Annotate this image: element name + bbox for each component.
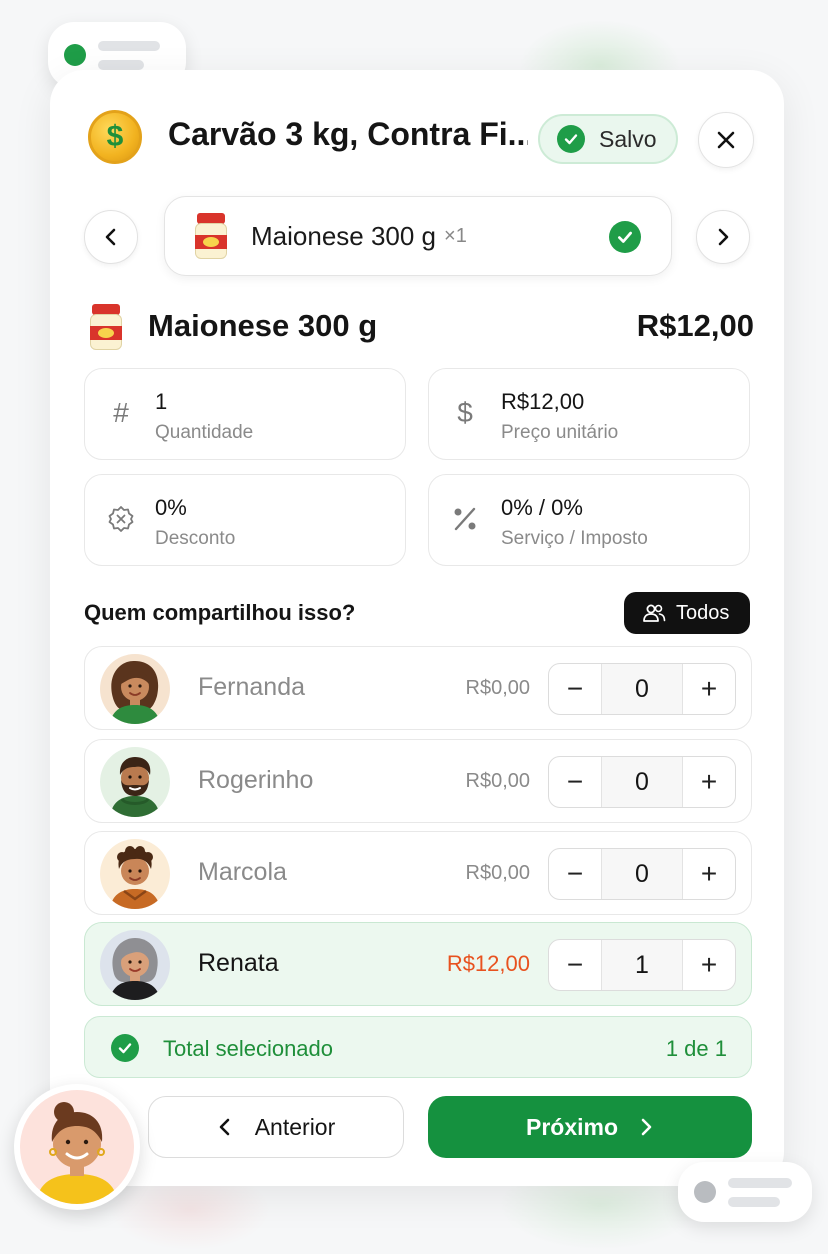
close-icon (717, 131, 735, 149)
select-all-label: Todos (676, 601, 730, 624)
person-amount: R$0,00 (465, 677, 531, 699)
item-detail-name: Maionese 300 g (148, 308, 378, 343)
item-detail-price: R$12,00 (636, 308, 754, 343)
person-amount: R$12,00 (446, 951, 530, 976)
stepper-value: 0 (601, 664, 683, 714)
increment-button[interactable]: + (683, 940, 735, 990)
discount-badge-icon (105, 503, 137, 535)
decrement-button[interactable]: − (549, 664, 601, 714)
saved-badge: Salvo (538, 114, 678, 164)
check-icon (111, 1034, 139, 1062)
quantity-field[interactable]: # 1 Quantidade (84, 368, 406, 460)
avatar-rogerinho (100, 747, 170, 817)
avatar-renata (100, 930, 170, 1000)
split-item-card: $ Carvão 3 kg, Contra Fi... Salvo Maione… (50, 70, 784, 1186)
item-name: Maionese 300 g (251, 220, 437, 251)
person-row-rogerinho[interactable]: Rogerinho R$0,00 − 0 + (84, 739, 752, 823)
total-count: 1 de 1 (665, 1036, 727, 1061)
chevron-left-icon (105, 228, 116, 246)
person-amount: R$0,00 (465, 862, 531, 884)
item-complete-check-icon (609, 221, 641, 253)
status-dot-icon (64, 44, 86, 66)
person-row-fernanda[interactable]: Fernanda R$0,00 − 0 + (84, 646, 752, 730)
dollar-icon: $ (457, 397, 473, 428)
quantity-stepper[interactable]: − 0 + (548, 756, 736, 808)
service-tax-label: Serviço / Imposto (501, 528, 648, 549)
increment-button[interactable]: + (683, 849, 735, 899)
decrement-button[interactable]: − (549, 849, 601, 899)
next-item-button[interactable] (696, 210, 750, 264)
service-tax-value: 0% / 0% (501, 495, 583, 520)
quantity-stepper[interactable]: − 1 + (548, 939, 736, 991)
mayonnaise-jar-icon (193, 213, 229, 259)
unit-price-field[interactable]: $ R$12,00 Preço unitário (428, 368, 750, 460)
close-button[interactable] (698, 112, 754, 168)
person-name: Marcola (198, 858, 287, 886)
chevron-right-icon (718, 228, 729, 246)
decorative-notification-pill (678, 1162, 812, 1222)
chevron-right-icon (641, 1118, 652, 1136)
increment-button[interactable]: + (683, 664, 735, 714)
previous-button[interactable]: Anterior (148, 1096, 404, 1158)
percent-icon (449, 503, 481, 535)
quantity-stepper[interactable]: − 0 + (548, 663, 736, 715)
discount-label: Desconto (155, 528, 236, 549)
selected-total-bar: Total selecionado 1 de 1 (84, 1016, 752, 1078)
stepper-value: 0 (601, 849, 683, 899)
person-name: Renata (198, 949, 279, 977)
increment-button[interactable]: + (683, 757, 735, 807)
stepper-value: 1 (601, 940, 683, 990)
saved-label: Salvo (599, 125, 657, 152)
total-label: Total selecionado (163, 1036, 334, 1061)
quantity-value: 1 (155, 389, 168, 414)
discount-field[interactable]: 0% Desconto (84, 474, 406, 566)
next-label: Próximo (525, 1113, 619, 1140)
item-quantity: ×1 (444, 224, 467, 247)
avatar-fernanda (100, 654, 170, 724)
hash-icon: # (113, 397, 129, 428)
sharing-question: Quem compartilhou isso? (84, 600, 356, 625)
previous-label: Anterior (254, 1113, 336, 1140)
decrement-button[interactable]: − (549, 757, 601, 807)
person-row-marcola[interactable]: Marcola R$0,00 − 0 + (84, 831, 752, 915)
next-button[interactable]: Próximo (428, 1096, 752, 1158)
users-icon (643, 604, 666, 622)
chevron-left-icon (219, 1118, 230, 1136)
status-dot-icon (694, 1181, 716, 1203)
current-user-avatar[interactable] (14, 1084, 140, 1210)
discount-value: 0% (155, 495, 187, 520)
dollar-coin-icon: $ (88, 110, 142, 164)
quantity-label: Quantidade (155, 422, 254, 443)
unit-price-value: R$12,00 (501, 389, 585, 414)
person-name: Fernanda (198, 673, 306, 701)
person-row-renata[interactable]: Renata R$12,00 − 1 + (84, 922, 752, 1006)
bill-title: Carvão 3 kg, Contra Fi... (168, 116, 528, 152)
previous-item-button[interactable] (84, 210, 138, 264)
decrement-button[interactable]: − (549, 940, 601, 990)
select-all-button[interactable]: Todos (624, 592, 750, 634)
check-icon (557, 125, 585, 153)
person-amount: R$0,00 (465, 770, 531, 792)
avatar-marcola (100, 839, 170, 909)
unit-price-label: Preço unitário (501, 422, 619, 443)
service-tax-field[interactable]: 0% / 0% Serviço / Imposto (428, 474, 750, 566)
quantity-stepper[interactable]: − 0 + (548, 848, 736, 900)
current-item-selector[interactable]: Maionese 300 g ×1 (164, 196, 672, 276)
stepper-value: 0 (601, 757, 683, 807)
person-name: Rogerinho (198, 766, 314, 794)
